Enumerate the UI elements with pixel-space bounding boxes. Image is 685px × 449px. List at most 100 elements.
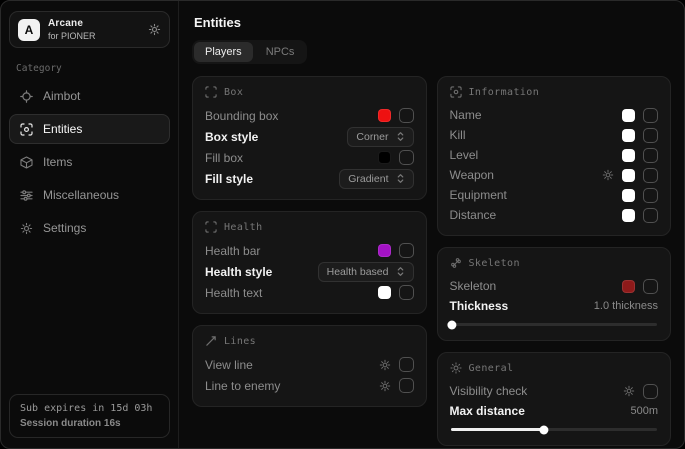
sidebar-item-label: Aimbot [43, 89, 80, 103]
fill-box-color-swatch[interactable] [378, 151, 391, 164]
weapon-checkbox[interactable] [643, 168, 658, 183]
line-to-enemy-gear-icon[interactable] [379, 380, 391, 392]
view-line-gear-icon[interactable] [379, 359, 391, 371]
fill-style-label: Fill style [205, 172, 253, 186]
health-bar-checkbox[interactable] [399, 243, 414, 258]
bounding-box-color-swatch[interactable] [378, 109, 391, 122]
skeleton-checkbox[interactable] [643, 279, 658, 294]
left-column: Box Bounding box Box style Corner [192, 76, 427, 407]
visibility-check-gear-icon[interactable] [623, 385, 635, 397]
tab-npcs[interactable]: NPCs [255, 42, 306, 62]
unfold-icon [396, 131, 405, 142]
sidebar-item-items[interactable]: Items [9, 147, 170, 177]
sidebar-settings-icon[interactable] [148, 23, 161, 36]
brand-card: A Arcane for PIONER [9, 11, 170, 48]
unfold-icon [396, 266, 405, 277]
sidebar-item-aimbot[interactable]: Aimbot [9, 81, 170, 111]
box-style-value: Corner [356, 131, 388, 143]
distance-checkbox[interactable] [643, 208, 658, 223]
category-label: Category [16, 63, 163, 74]
crosshair-icon [20, 90, 33, 103]
sidebar: A Arcane for PIONER Category Aim [1, 1, 179, 448]
fill-style-select[interactable]: Gradient [339, 169, 413, 189]
sidebar-item-label: Miscellaneous [43, 188, 119, 202]
thickness-label: Thickness [450, 299, 509, 313]
max-distance-slider[interactable] [451, 428, 658, 431]
sidebar-item-entities[interactable]: Entities [9, 114, 170, 144]
level-checkbox[interactable] [643, 148, 658, 163]
max-distance-slider-fill [451, 428, 544, 431]
health-style-select[interactable]: Health based [318, 262, 414, 282]
line-to-enemy-label: Line to enemy [205, 379, 280, 393]
equipment-checkbox[interactable] [643, 188, 658, 203]
equipment-label: Equipment [450, 188, 507, 202]
level-color-swatch[interactable] [622, 149, 635, 162]
line-to-enemy-checkbox[interactable] [399, 378, 414, 393]
max-distance-slider-thumb[interactable] [540, 425, 549, 434]
name-color-swatch[interactable] [622, 109, 635, 122]
tab-players[interactable]: Players [194, 42, 253, 62]
general-panel: General Visibility check Max distance [437, 352, 672, 446]
panel-title: Lines [224, 336, 256, 347]
max-distance-value: 500m [630, 405, 658, 417]
visibility-check-checkbox[interactable] [643, 384, 658, 399]
sidebar-item-label: Entities [43, 122, 82, 136]
kill-color-swatch[interactable] [622, 129, 635, 142]
main-content: Entities Players NPCs Box [179, 1, 684, 448]
lines-panel: Lines View line Line to enemy [192, 325, 427, 407]
health-text-label: Health text [205, 286, 262, 300]
sun-icon [450, 362, 462, 374]
equipment-color-swatch[interactable] [622, 189, 635, 202]
weapon-label: Weapon [450, 168, 494, 182]
bone-icon [450, 257, 462, 269]
distance-label: Distance [450, 208, 497, 222]
bounding-box-checkbox[interactable] [399, 108, 414, 123]
sidebar-nav: Aimbot Entities Items [9, 81, 170, 243]
visibility-check-label: Visibility check [450, 384, 528, 398]
thickness-value: 1.0 thickness [594, 300, 658, 312]
weapon-color-swatch[interactable] [622, 169, 635, 182]
thickness-slider-thumb[interactable] [447, 320, 456, 329]
panel-title: Box [224, 87, 243, 98]
fill-box-label: Fill box [205, 151, 243, 165]
app-window: A Arcane for PIONER Category Aim [0, 0, 685, 449]
sliders-icon [20, 189, 33, 202]
health-style-label: Health style [205, 265, 272, 279]
level-label: Level [450, 148, 479, 162]
box-style-label: Box style [205, 130, 258, 144]
app-logo: A [18, 19, 40, 41]
name-checkbox[interactable] [643, 108, 658, 123]
gear-icon [20, 222, 33, 235]
skeleton-label: Skeleton [450, 279, 497, 293]
box-style-select[interactable]: Corner [347, 127, 413, 147]
health-panel: Health Health bar Health style Health ba… [192, 211, 427, 314]
brand-text: Arcane for PIONER [48, 18, 96, 41]
brackets-icon [205, 221, 217, 233]
max-distance-label: Max distance [450, 404, 525, 418]
unfold-icon [396, 173, 405, 184]
health-bar-label: Health bar [205, 244, 260, 258]
health-bar-color-swatch[interactable] [378, 244, 391, 257]
health-style-value: Health based [327, 266, 389, 278]
diagonal-line-icon [205, 335, 217, 347]
page-title: Entities [194, 15, 671, 30]
entities-scan-icon [20, 123, 33, 136]
thickness-slider[interactable] [451, 323, 658, 326]
distance-color-swatch[interactable] [622, 209, 635, 222]
kill-checkbox[interactable] [643, 128, 658, 143]
sidebar-item-settings[interactable]: Settings [9, 213, 170, 243]
panel-title: Information [469, 87, 540, 98]
weapon-gear-icon[interactable] [602, 169, 614, 181]
sidebar-item-miscellaneous[interactable]: Miscellaneous [9, 180, 170, 210]
information-panel: Information Name Kill [437, 76, 672, 236]
skeleton-color-swatch[interactable] [622, 280, 635, 293]
scan-target-icon [450, 86, 462, 98]
right-column: Information Name Kill [437, 76, 672, 446]
health-text-color-swatch[interactable] [378, 286, 391, 299]
fill-box-checkbox[interactable] [399, 150, 414, 165]
box-panel: Box Bounding box Box style Corner [192, 76, 427, 200]
package-icon [20, 156, 33, 169]
view-line-checkbox[interactable] [399, 357, 414, 372]
view-line-label: View line [205, 358, 253, 372]
health-text-checkbox[interactable] [399, 285, 414, 300]
